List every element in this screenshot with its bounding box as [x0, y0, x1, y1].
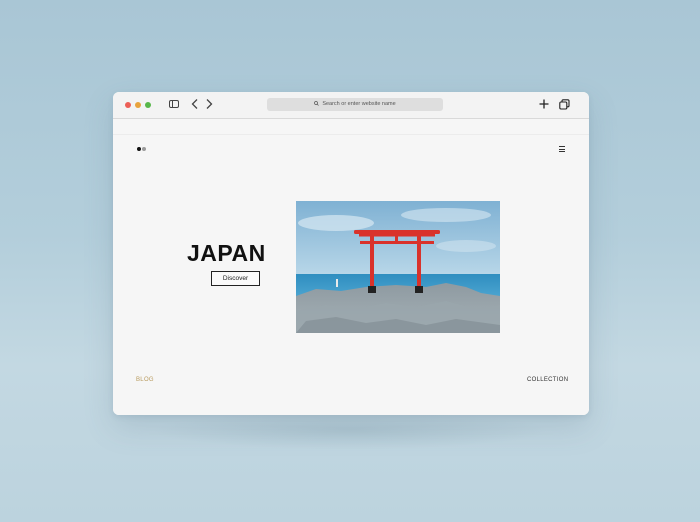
plus-icon[interactable]: [539, 99, 549, 109]
close-window-button[interactable]: [125, 102, 131, 108]
address-bar[interactable]: Search or enter website name: [267, 98, 443, 111]
discover-button[interactable]: Discover: [211, 271, 260, 286]
forward-arrow-icon[interactable]: [204, 98, 214, 110]
logo-dot-light: [142, 147, 146, 151]
browser-window: Search or enter website name JAPAN Disco…: [113, 92, 589, 415]
tabs-icon[interactable]: [559, 99, 570, 110]
address-bar-placeholder: Search or enter website name: [322, 101, 396, 107]
maximize-window-button[interactable]: [145, 102, 151, 108]
blog-link[interactable]: BLOG: [136, 377, 154, 383]
hero-title: JAPAN: [187, 240, 266, 266]
back-arrow-icon[interactable]: [190, 98, 200, 110]
menu-icon[interactable]: [559, 146, 566, 153]
site-logo[interactable]: [137, 147, 149, 152]
window-shadow: [150, 410, 550, 450]
logo-dot-dark: [137, 147, 141, 151]
webpage: JAPAN Discover BLOG COLLECTION: [113, 119, 589, 415]
search-icon: [314, 101, 320, 106]
sidebar-icon[interactable]: [169, 100, 179, 108]
page-divider: [113, 134, 589, 135]
collection-link[interactable]: COLLECTION: [527, 377, 568, 383]
torii-gate-photo: [296, 201, 500, 333]
minimize-window-button[interactable]: [135, 102, 141, 108]
browser-toolbar: Search or enter website name: [113, 92, 589, 119]
